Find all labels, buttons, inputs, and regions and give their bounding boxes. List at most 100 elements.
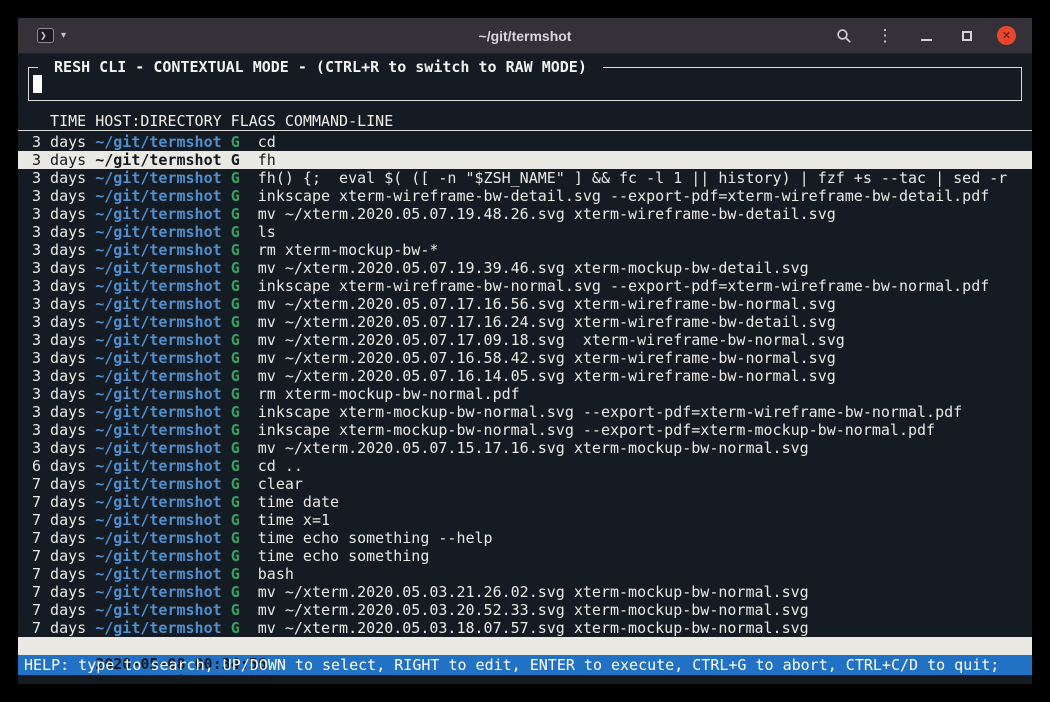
table-row[interactable]: 3 days ~/git/termshot G fh <box>18 151 1032 169</box>
history-list: 3 days ~/git/termshot G cd3 days ~/git/t… <box>18 133 1032 637</box>
row-flags: G <box>231 151 240 169</box>
row-time: 7 days <box>32 619 86 637</box>
status-bar: 2020-05-08 00:34:56 tower:~/git/termshot… <box>18 637 1032 655</box>
table-row[interactable]: 7 days ~/git/termshot G time date <box>18 493 1032 511</box>
row-command: clear <box>258 475 303 493</box>
row-command: rm xterm-mockup-bw-normal.pdf <box>258 385 520 403</box>
row-flags: G <box>231 547 240 565</box>
row-time: 3 days <box>32 331 86 349</box>
row-time: 7 days <box>32 565 86 583</box>
table-row[interactable]: 3 days ~/git/termshot G rm xterm-mockup-… <box>18 385 1032 403</box>
menu-button[interactable]: ⋮ <box>874 25 896 47</box>
row-host: ~/git/termshot <box>95 511 221 529</box>
row-flags: G <box>231 403 240 421</box>
row-host: ~/git/termshot <box>95 385 221 403</box>
terminal-content[interactable]: RESH CLI - CONTEXTUAL MODE - (CTRL+R to … <box>18 54 1032 684</box>
row-command: bash <box>258 565 294 583</box>
table-row[interactable]: 7 days ~/git/termshot G time echo someth… <box>18 529 1032 547</box>
table-row[interactable]: 3 days ~/git/termshot G fh() {; eval $( … <box>18 169 1032 187</box>
row-flags: G <box>231 421 240 439</box>
row-command: rm xterm-mockup-bw-* <box>258 241 439 259</box>
close-button[interactable]: ✕ <box>997 26 1016 45</box>
row-flags: G <box>231 187 240 205</box>
table-row[interactable]: 7 days ~/git/termshot G bash <box>18 565 1032 583</box>
row-host: ~/git/termshot <box>95 367 221 385</box>
table-row[interactable]: 6 days ~/git/termshot G cd .. <box>18 457 1032 475</box>
row-host: ~/git/termshot <box>95 331 221 349</box>
table-row[interactable]: 7 days ~/git/termshot G time echo someth… <box>18 547 1032 565</box>
row-host: ~/git/termshot <box>95 241 221 259</box>
row-time: 3 days <box>32 187 86 205</box>
row-host: ~/git/termshot <box>95 619 221 637</box>
row-command: time x=1 <box>258 511 330 529</box>
table-row[interactable]: 3 days ~/git/termshot G rm xterm-mockup-… <box>18 241 1032 259</box>
restore-button[interactable] <box>956 25 978 47</box>
table-row[interactable]: 3 days ~/git/termshot G cd <box>18 133 1032 151</box>
row-flags: G <box>231 511 240 529</box>
row-flags: G <box>231 133 240 151</box>
table-row[interactable]: 3 days ~/git/termshot G inkscape xterm-w… <box>18 277 1032 295</box>
table-row[interactable]: 3 days ~/git/termshot G inkscape xterm-m… <box>18 403 1032 421</box>
row-command: mv ~/xterm.2020.05.07.16.14.05.svg xterm… <box>258 367 836 385</box>
table-row[interactable]: 3 days ~/git/termshot G mv ~/xterm.2020.… <box>18 439 1032 457</box>
row-command: ls <box>258 223 276 241</box>
table-row[interactable]: 3 days ~/git/termshot G inkscape xterm-w… <box>18 187 1032 205</box>
table-row[interactable]: 3 days ~/git/termshot G mv ~/xterm.2020.… <box>18 331 1032 349</box>
row-host: ~/git/termshot <box>95 547 221 565</box>
table-row[interactable]: 3 days ~/git/termshot G mv ~/xterm.2020.… <box>18 367 1032 385</box>
row-command: inkscape xterm-wireframe-bw-normal.svg -… <box>258 277 990 295</box>
search-button[interactable] <box>833 25 855 47</box>
row-host: ~/git/termshot <box>95 349 221 367</box>
row-command: time echo something <box>258 547 430 565</box>
table-row[interactable]: 3 days ~/git/termshot G mv ~/xterm.2020.… <box>18 259 1032 277</box>
table-row[interactable]: 3 days ~/git/termshot G mv ~/xterm.2020.… <box>18 205 1032 223</box>
row-time: 3 days <box>32 133 86 151</box>
row-time: 3 days <box>32 277 86 295</box>
minimize-icon <box>921 39 932 41</box>
row-time: 3 days <box>32 439 86 457</box>
row-flags: G <box>231 277 240 295</box>
row-time: 7 days <box>32 547 86 565</box>
row-time: 3 days <box>32 421 86 439</box>
row-host: ~/git/termshot <box>95 457 221 475</box>
table-row[interactable]: 3 days ~/git/termshot G mv ~/xterm.2020.… <box>18 295 1032 313</box>
row-time: 3 days <box>32 385 86 403</box>
table-header: TIME HOST:DIRECTORY FLAGS COMMAND-LINE <box>18 113 1032 131</box>
kebab-menu-icon: ⋮ <box>877 26 894 46</box>
table-row[interactable]: 7 days ~/git/termshot G mv ~/xterm.2020.… <box>18 583 1032 601</box>
table-row[interactable]: 7 days ~/git/termshot G mv ~/xterm.2020.… <box>18 601 1032 619</box>
row-time: 7 days <box>32 511 86 529</box>
row-command: mv ~/xterm.2020.05.07.17.16.24.svg xterm… <box>258 313 836 331</box>
table-row[interactable]: 3 days ~/git/termshot G inkscape xterm-m… <box>18 421 1032 439</box>
row-time: 3 days <box>32 169 86 187</box>
chevron-down-icon: ▾ <box>61 30 66 41</box>
row-command: mv ~/xterm.2020.05.07.19.39.46.svg xterm… <box>258 259 809 277</box>
row-host: ~/git/termshot <box>95 583 221 601</box>
close-icon: ✕ <box>1002 29 1011 42</box>
row-command: time date <box>258 493 339 511</box>
row-host: ~/git/termshot <box>95 403 221 421</box>
row-command: mv ~/xterm.2020.05.03.21.26.02.svg xterm… <box>258 583 809 601</box>
row-host: ~/git/termshot <box>95 421 221 439</box>
terminal-window: ▾ ~/git/termshot ⋮ ✕ RESH CLI - CONTEXTU… <box>18 18 1032 684</box>
table-row[interactable]: 7 days ~/git/termshot G mv ~/xterm.2020.… <box>18 619 1032 637</box>
table-row[interactable]: 7 days ~/git/termshot G time x=1 <box>18 511 1032 529</box>
table-row[interactable]: 3 days ~/git/termshot G mv ~/xterm.2020.… <box>18 349 1032 367</box>
row-time: 3 days <box>32 349 86 367</box>
table-row[interactable]: 3 days ~/git/termshot G ls <box>18 223 1032 241</box>
row-flags: G <box>231 259 240 277</box>
row-time: 7 days <box>32 583 86 601</box>
table-row[interactable]: 3 days ~/git/termshot G mv ~/xterm.2020.… <box>18 313 1032 331</box>
row-host: ~/git/termshot <box>95 295 221 313</box>
row-flags: G <box>231 295 240 313</box>
new-terminal-button[interactable]: ▾ <box>32 25 71 46</box>
table-row[interactable]: 7 days ~/git/termshot G clear <box>18 475 1032 493</box>
row-host: ~/git/termshot <box>95 169 221 187</box>
row-command: fh <box>258 151 276 169</box>
search-query-box[interactable]: RESH CLI - CONTEXTUAL MODE - (CTRL+R to … <box>28 67 1022 101</box>
row-command: mv ~/xterm.2020.05.07.17.09.18.svg xterm… <box>258 331 845 349</box>
row-host: ~/git/termshot <box>95 205 221 223</box>
minimize-button[interactable] <box>915 25 937 47</box>
row-host: ~/git/termshot <box>95 493 221 511</box>
row-time: 3 days <box>32 241 86 259</box>
